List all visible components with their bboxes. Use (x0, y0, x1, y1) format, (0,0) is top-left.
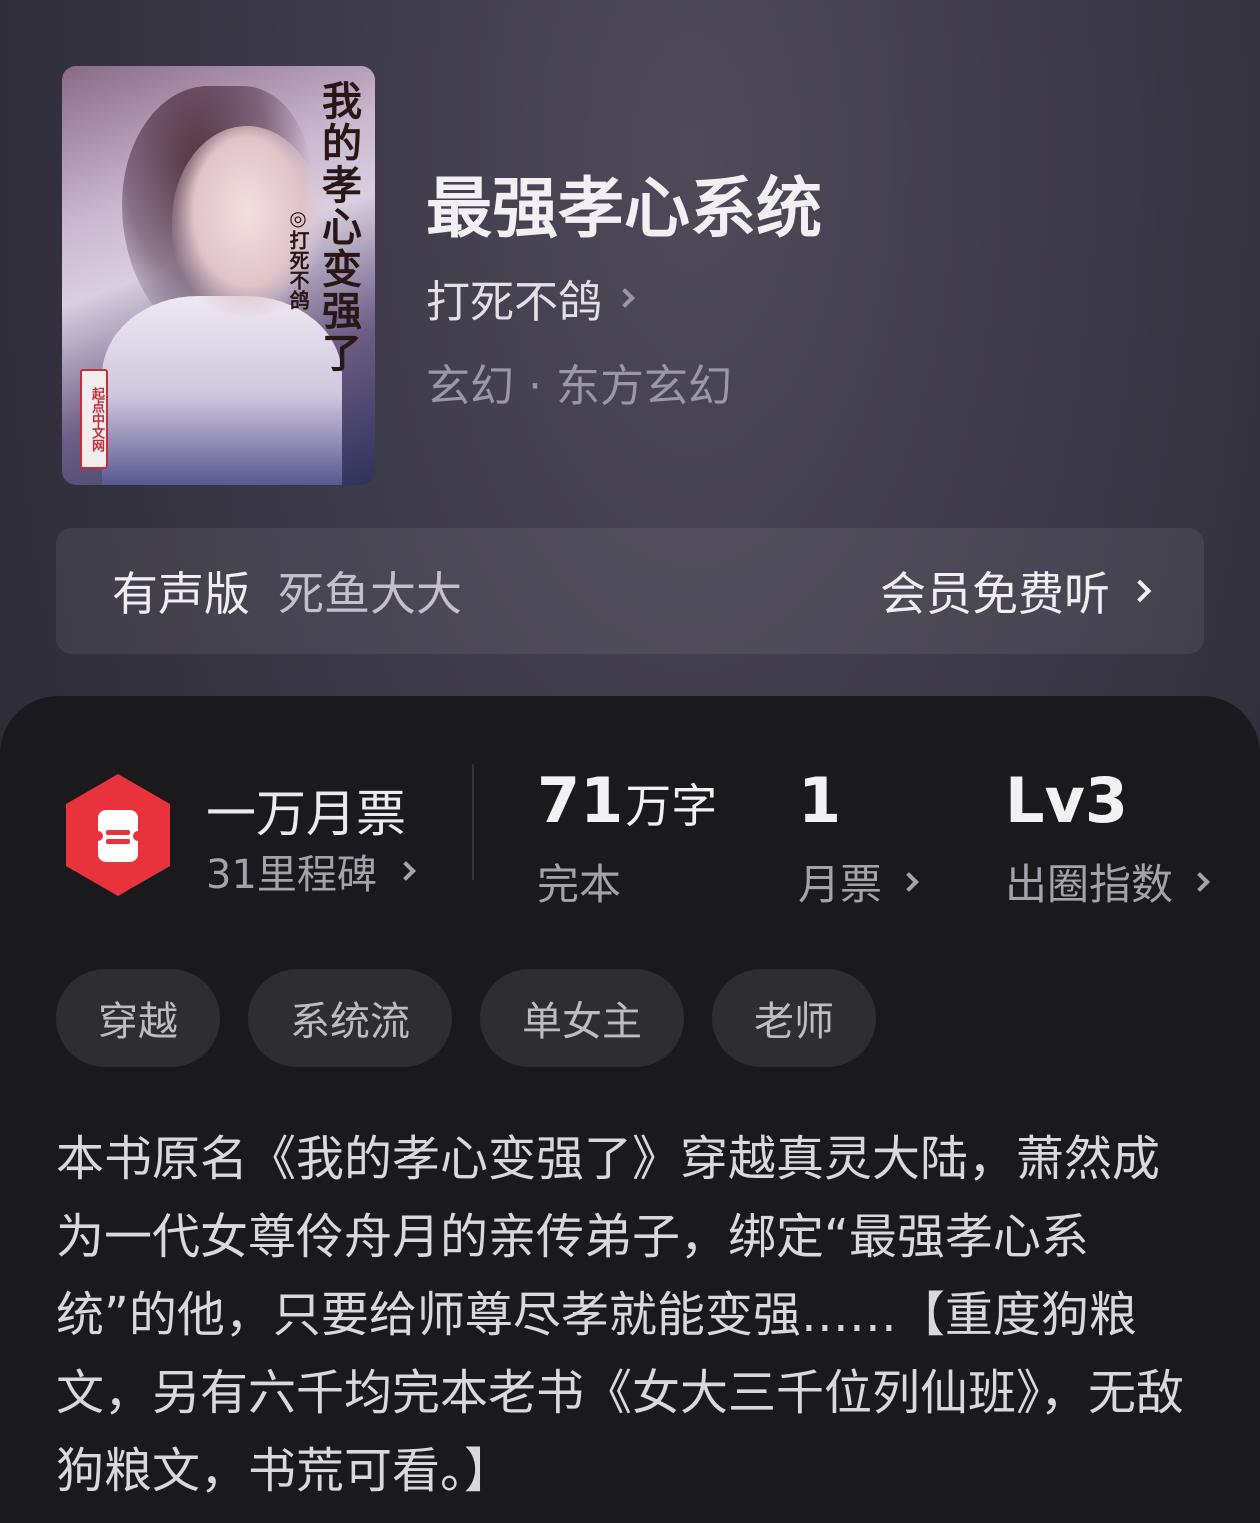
tag-chip[interactable]: 老师 (712, 969, 876, 1067)
monthly-ticket-value: 1 (798, 764, 842, 837)
book-title: 最强孝心系统 (426, 169, 822, 247)
completion-status: 完本 (537, 860, 622, 909)
word-count-value: 71 (537, 764, 624, 837)
chevron-right-icon (1190, 871, 1210, 892)
author-link[interactable]: 打死不鸽 (426, 266, 635, 330)
tag-chip[interactable]: 单女主 (480, 969, 684, 1067)
chevron-right-icon (1128, 579, 1152, 603)
book-detail-page: 我的孝心变强了 ◎打死不鸽 起点中文网 最强孝心系统 打死不鸽 玄幻 · 东方玄… (0, 0, 1260, 1523)
popularity-index-stat[interactable]: Lv3 出圈指数 (1005, 764, 1210, 912)
author-name: 打死不鸽 (426, 277, 602, 328)
chevron-right-icon (615, 288, 635, 308)
monthly-ticket-stat[interactable]: 1 月票 (798, 764, 919, 912)
tag-chip[interactable]: 穿越 (56, 969, 220, 1067)
audiobook-narrator: 死鱼大大 (278, 567, 462, 621)
cover-art-robe (102, 296, 342, 485)
popularity-index-label: 出圈指数 (1005, 860, 1174, 909)
member-free-listen-label: 会员免费听 (880, 567, 1110, 621)
cover-author-text: ◎打死不鸽 (286, 206, 310, 310)
word-count-stat: 71 万字 完本 (537, 764, 717, 912)
word-count-unit: 万字 (625, 779, 718, 833)
cover-publisher-logo: 起点中文网 (80, 369, 108, 469)
member-free-listen-link[interactable]: 会员免费听 (880, 558, 1152, 624)
ticket-milestone-title: 一万月票 (206, 785, 406, 843)
book-description[interactable]: 本书原名《我的孝心变强了》穿越真灵大陆，萧然成为一代女尊伶舟月的亲传弟子，绑定“… (56, 1120, 1206, 1510)
popularity-level-value: Lv3 (1005, 764, 1129, 837)
chevron-right-icon (899, 871, 919, 892)
stats-divider (472, 764, 474, 880)
chevron-right-icon (396, 861, 416, 881)
audiobook-bar[interactable]: 有声版 死鱼大大 会员免费听 (56, 528, 1204, 654)
audiobook-label: 有声版 (112, 567, 250, 621)
ticket-milestone-link[interactable]: 31里程碑 (206, 842, 416, 900)
genre-label: 玄幻 · 东方玄幻 (426, 361, 732, 412)
ticket-milestone-count: 31里程碑 (206, 852, 377, 898)
book-cover[interactable]: 我的孝心变强了 ◎打死不鸽 起点中文网 (62, 66, 375, 485)
monthly-ticket-label: 月票 (798, 860, 883, 909)
tag-chip[interactable]: 系统流 (248, 969, 452, 1067)
cover-title-text: 我的孝心变强了 (315, 80, 362, 374)
tag-list: 穿越 系统流 单女主 老师 (56, 969, 876, 1067)
monthly-ticket-badge-icon[interactable] (62, 772, 174, 898)
